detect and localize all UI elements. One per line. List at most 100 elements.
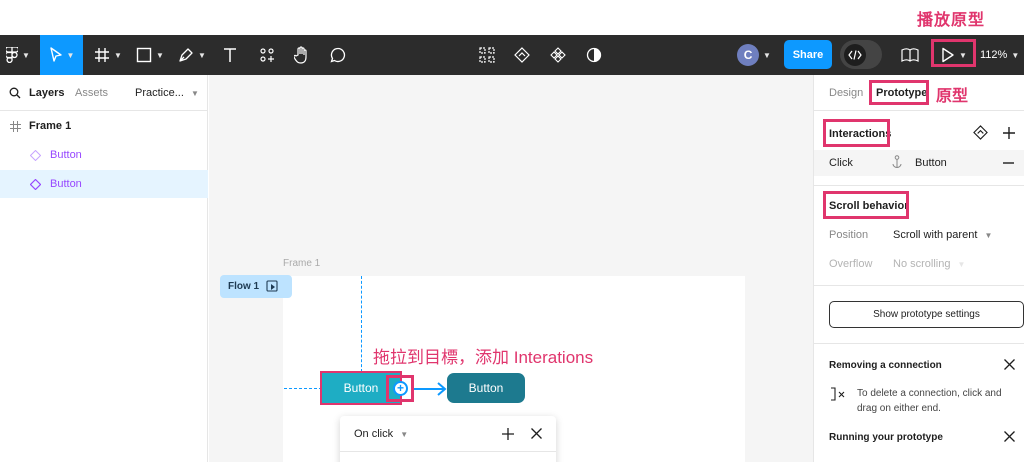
frame-hash-icon	[10, 120, 21, 132]
hand-icon	[294, 46, 307, 64]
zoom-level: 112%	[980, 49, 1008, 61]
layer-row-button[interactable]: Button	[0, 141, 208, 169]
layer-row-button-selected[interactable]: Button	[0, 170, 208, 198]
main-menu-button[interactable]: ▼	[0, 35, 36, 75]
search-icon[interactable]	[9, 87, 21, 99]
chevron-down-icon: ▼	[400, 430, 409, 439]
removing-title: Removing a connection	[829, 360, 942, 371]
overflow-dropdown[interactable]: No scrolling ▼	[893, 258, 965, 270]
annotation-highlight-prototype-tab	[869, 80, 929, 105]
dev-mode-toggle[interactable]	[840, 40, 882, 69]
remove-interaction-icon[interactable]	[1003, 162, 1014, 164]
prototype-diamond-icon	[514, 47, 530, 63]
chevron-down-icon: ▼	[156, 50, 164, 60]
alignment-guide-horizontal	[284, 388, 322, 389]
target-button[interactable]: Button	[447, 373, 525, 403]
overflow-value: No scrolling	[893, 258, 951, 270]
layers-panel: Layers Assets Practice... ▼ Frame 1 Butt…	[0, 75, 208, 462]
add-interaction-icon[interactable]	[1003, 127, 1015, 139]
popup-header: On click ▼	[340, 416, 556, 452]
figma-logo-icon	[6, 47, 19, 63]
interaction-flow-icon[interactable]	[973, 125, 988, 140]
book-icon	[901, 48, 919, 62]
component-instance-icon	[30, 178, 41, 190]
flow-label: Flow 1	[228, 281, 260, 292]
page-selector[interactable]: Practice... ▼	[135, 87, 199, 99]
annotation-play-prototype: 播放原型	[917, 12, 986, 29]
contrast-button[interactable]	[583, 35, 605, 75]
overflow-label: Overflow	[829, 258, 873, 270]
plus-icon[interactable]	[502, 428, 514, 440]
chevron-down-icon: ▼	[1011, 50, 1020, 60]
layer-label: Button	[50, 178, 82, 190]
shape-tool-button[interactable]: ▼	[132, 35, 168, 75]
comment-tool-button[interactable]	[326, 35, 350, 75]
hand-tool-button[interactable]	[290, 35, 314, 75]
chevron-down-icon: ▼	[66, 50, 75, 60]
components-button[interactable]	[546, 35, 570, 75]
properties-tabs: Design Prototype 原型	[814, 75, 1024, 111]
text-icon	[224, 48, 236, 62]
tab-layers[interactable]: Layers	[29, 87, 64, 99]
chevron-down-icon: ▼	[984, 231, 993, 240]
removing-body: To delete a connection, click and drag o…	[857, 388, 1002, 414]
page-name: Practice...	[135, 87, 184, 99]
hash-frame-icon	[95, 48, 110, 62]
trigger-label: On click	[354, 428, 394, 440]
close-icon[interactable]	[1004, 359, 1015, 370]
position-dropdown[interactable]: Scroll with parent ▼	[893, 229, 992, 241]
share-button[interactable]: Share	[784, 40, 832, 69]
zoom-dropdown[interactable]: 112% ▼	[980, 35, 1019, 75]
connection-handle-plus-icon[interactable]: +	[393, 381, 408, 396]
contrast-icon	[586, 47, 602, 63]
interaction-popup: On click ▼	[340, 416, 556, 462]
annotation-highlight-scroll	[823, 191, 909, 219]
chevron-down-icon: ▼	[957, 260, 966, 269]
components-grid-icon	[260, 48, 274, 62]
layer-row-frame[interactable]: Frame 1	[0, 112, 208, 140]
pen-icon	[179, 48, 193, 62]
interaction-target: Button	[915, 157, 947, 169]
text-tool-button[interactable]	[218, 35, 242, 75]
frame-tool-button[interactable]: ▼	[90, 35, 126, 75]
rectangle-icon	[136, 47, 152, 63]
present-flow-icon[interactable]	[266, 280, 279, 293]
canvas[interactable]: Frame 1 Flow 1 拖拉到目標，添加 Interations Butt…	[209, 75, 813, 462]
properties-panel: Design Prototype 原型 Interactions Click B…	[813, 75, 1024, 462]
close-icon[interactable]	[531, 428, 542, 439]
interactions-button[interactable]	[511, 35, 533, 75]
chevron-down-icon: ▼	[22, 50, 30, 60]
cursor-icon	[49, 47, 62, 62]
resources-button[interactable]	[255, 35, 279, 75]
dotted-grid-icon	[479, 47, 495, 63]
frame-label[interactable]: Frame 1	[283, 258, 320, 269]
close-icon[interactable]	[1004, 431, 1015, 442]
flow-starting-point[interactable]: Flow 1	[220, 275, 292, 298]
disconnect-icon	[831, 387, 845, 401]
move-tool-button[interactable]: ▼	[40, 35, 83, 75]
multiplayer-avatar[interactable]: C ▼	[733, 35, 775, 75]
tab-design[interactable]: Design	[829, 87, 863, 99]
position-value: Scroll with parent	[893, 229, 978, 241]
interaction-trigger: Click	[829, 157, 853, 169]
trigger-dropdown[interactable]: On click ▼	[354, 428, 408, 440]
layer-label: Button	[50, 149, 82, 161]
library-button[interactable]	[898, 35, 922, 75]
anchor-icon	[892, 155, 902, 169]
annotation-highlight-interactions	[823, 119, 890, 147]
annotation-drag-hint: 拖拉到目標，添加 Interations	[373, 348, 594, 367]
alignment-guide-vertical	[361, 276, 362, 372]
running-title: Running your prototype	[829, 432, 943, 443]
pen-tool-button[interactable]: ▼	[174, 35, 210, 75]
tab-assets[interactable]: Assets	[75, 87, 108, 99]
layer-label: Frame 1	[29, 120, 72, 132]
layout-grid-button[interactable]	[476, 35, 498, 75]
show-prototype-settings-button[interactable]: Show prototype settings	[829, 301, 1024, 328]
figma-window: 播放原型 ▼ ▼ ▼ ▼ ▼ C ▼ ▼ Share 112% ▼ Layers…	[0, 0, 1024, 462]
chevron-down-icon: ▼	[190, 89, 199, 98]
component-instance-icon	[30, 149, 41, 161]
comment-icon	[330, 47, 346, 63]
avatar: C	[737, 44, 760, 66]
chevron-down-icon: ▼	[763, 50, 771, 60]
interaction-row[interactable]: Click Button	[814, 150, 1024, 176]
